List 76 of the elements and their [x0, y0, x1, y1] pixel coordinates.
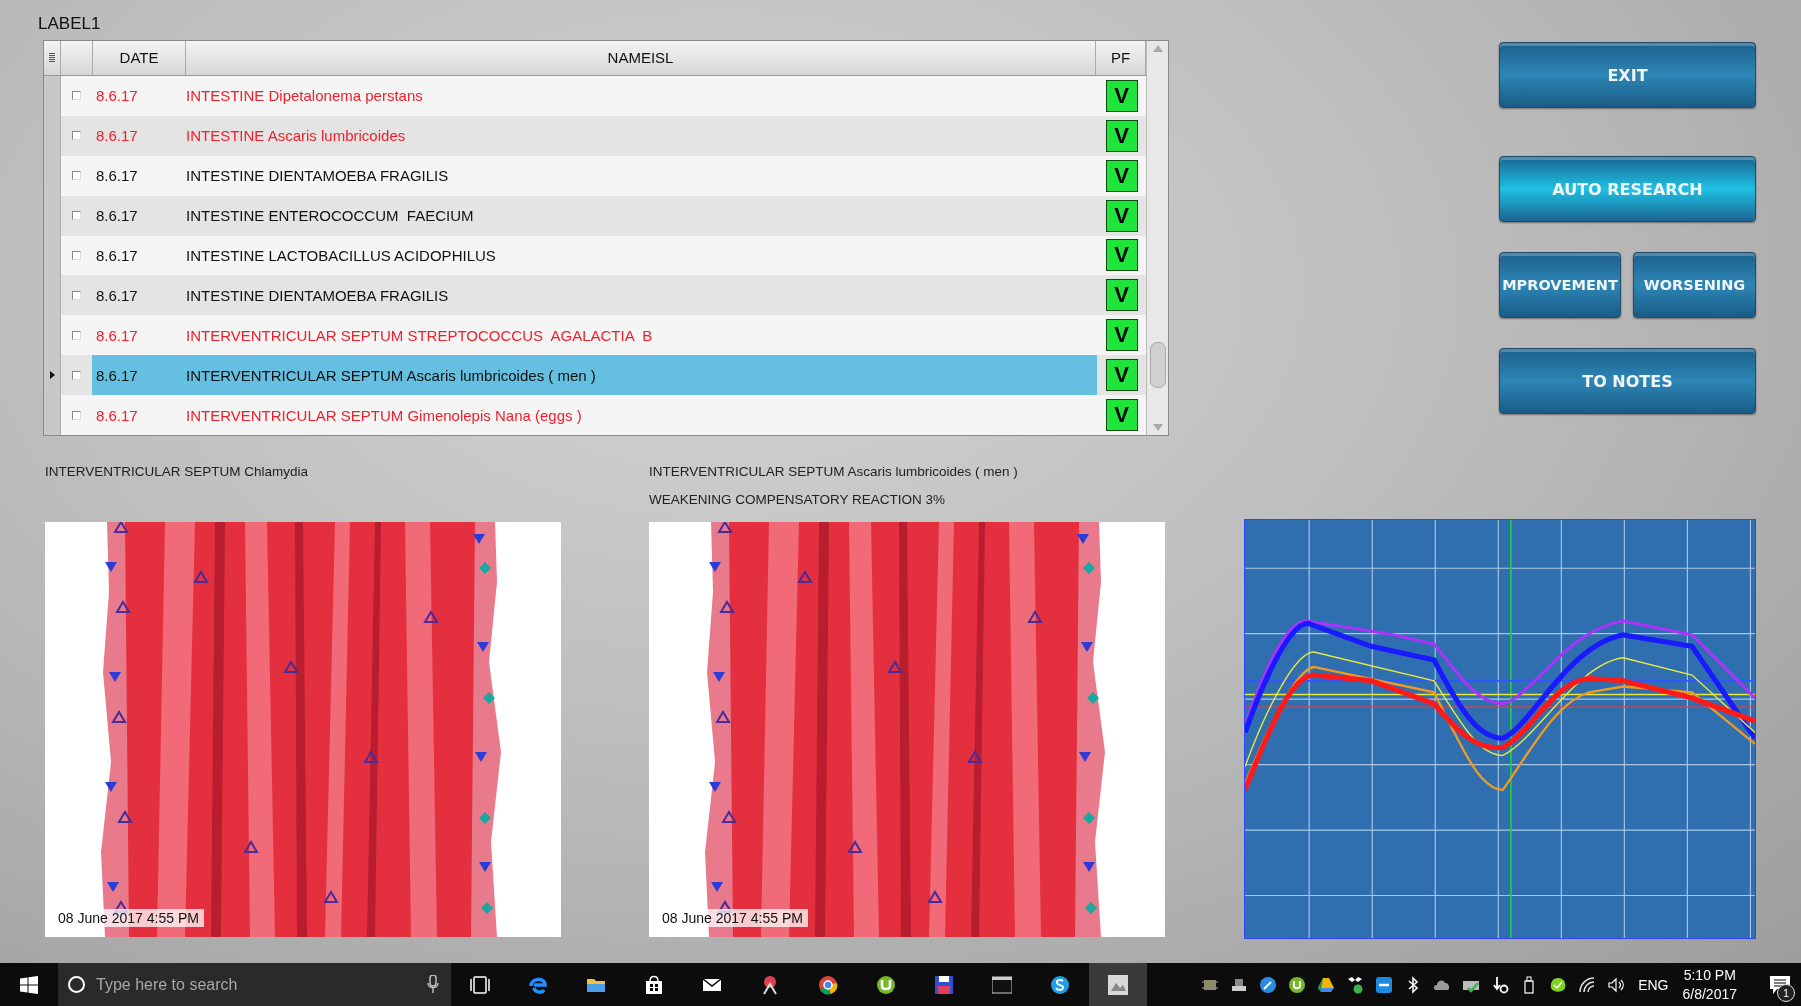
date-cell-text: 8.6.17	[95, 206, 139, 227]
image-caption: INTERVENTRICULAR SEPTUM Ascaris lumbricoides ( men )	[649, 464, 1018, 479]
column-header[interactable]: DATE	[93, 41, 186, 75]
name-cell-text: INTESTINE Ascaris lumbricoides	[185, 126, 407, 147]
table-row[interactable]: 8.6.17 INTESTINE DIENTAMOEBA FRAGILIS V	[44, 155, 1146, 196]
table-row[interactable]: 8.6.17 INTERVENTRICULAR SEPTUM STREPTOCOCCUS AGALACTIA B V	[44, 315, 1146, 356]
name-cell-text: INTESTINE ENTEROCOCCUM FAECIUM	[185, 206, 475, 227]
table-row[interactable]: 8.6.17 INTESTINE Dipetalonema perstans V	[44, 75, 1146, 116]
windows-start-icon[interactable]	[20, 975, 38, 994]
table-row[interactable]: 8.6.17 INTESTINE ENTEROCOCCUM FAECIUM V	[44, 195, 1146, 236]
date-cell-text: 8.6.17	[95, 126, 139, 147]
pf-badge: V	[1105, 239, 1138, 272]
image-caption: INTERVENTRICULAR SEPTUM Chlamydia	[45, 464, 309, 479]
wifi-icon[interactable]	[1577, 975, 1596, 994]
notification-count: 1	[1777, 984, 1795, 1002]
date-cell-text: 8.6.17	[95, 246, 139, 266]
app-thumbnail-icon[interactable]	[1108, 974, 1128, 995]
table-row[interactable]: 8.6.17 INTESTINE DIENTAMOEBA FRAGILIS V	[44, 275, 1146, 316]
clock-time[interactable]: 5:10 PM	[1683, 965, 1736, 985]
date-cell-text: 8.6.17	[95, 325, 139, 346]
date-cell-text: 8.6.17	[95, 86, 139, 107]
table-row[interactable]: 8.6.17 INTESTINE LACTOBACILLUS ACIDOPHILUS V	[44, 235, 1146, 276]
date-cell-text: 8.6.17	[95, 405, 139, 426]
cortana-circle-icon	[68, 976, 85, 993]
u-circle-icon[interactable]	[1287, 975, 1306, 994]
checkbox[interactable]	[72, 211, 81, 221]
name-cell-text: INTERVENTRICULAR SEPTUM Gimenolepis Nana (eggs )	[185, 405, 583, 426]
form-label: LABEL1	[38, 13, 101, 35]
date-cell-text: 8.6.17	[95, 285, 139, 306]
date-cell-text: 8.6.17	[95, 166, 139, 187]
name-cell-text: INTESTINE Dipetalonema perstans	[185, 86, 424, 107]
name-cell: INTERVENTRICULAR SEPTUM Ascaris lumbricoides ( men )	[184, 355, 1097, 396]
check-blob-icon[interactable]	[1548, 975, 1567, 994]
store-bag-icon[interactable]	[644, 974, 664, 995]
language-indicator[interactable]: ENG	[1638, 976, 1669, 993]
name-cell-text: INTERVENTRICULAR SEPTUM STREPTOCOCCUS AGALACTIA B	[185, 325, 654, 346]
pf-badge: V	[1105, 319, 1138, 352]
checkbox[interactable]	[72, 131, 81, 141]
pf-badge: V	[1105, 279, 1138, 312]
pf-badge: V	[1105, 119, 1138, 152]
checkbox[interactable]	[72, 91, 81, 101]
pf-badge: V	[1105, 359, 1138, 392]
date-cell: 8.6.17	[92, 355, 184, 396]
task-view-icon[interactable]	[470, 974, 490, 995]
scrollbar-thumb[interactable]	[1149, 342, 1166, 388]
checkbox[interactable]	[72, 410, 81, 420]
checkbox[interactable]	[72, 370, 81, 380]
column-header[interactable]: NAMEISL	[186, 41, 1096, 75]
checkbox[interactable]	[72, 251, 81, 260]
pf-badge: V	[1105, 199, 1138, 232]
name-cell-text: INTESTINE LACTOBACILLUS ACIDOPHILUS	[185, 246, 497, 266]
microphone-icon	[427, 975, 439, 993]
name-cell-text: INTESTINE DIENTAMOEBA FRAGILIS	[185, 166, 450, 187]
chrome-ball-icon[interactable]	[818, 974, 838, 995]
action-button[interactable]: TO NOTES	[1499, 348, 1756, 414]
image-caption: WEAKENING COMPENSATORY REACTION 3%	[649, 492, 946, 507]
pf-badge: V	[1105, 159, 1138, 192]
checkbox[interactable]	[72, 171, 81, 181]
speaker-icon[interactable]	[1606, 975, 1625, 994]
clock-date[interactable]: 6/8/2017	[1682, 984, 1737, 1004]
action-button[interactable]: WORSENING	[1633, 252, 1756, 318]
action-button[interactable]: MPROVEMENT	[1499, 252, 1621, 318]
triangle-drive-icon[interactable]	[1316, 975, 1335, 994]
action-button[interactable]: EXIT	[1499, 42, 1756, 108]
pf-badge: V	[1105, 399, 1138, 432]
table-row[interactable]: 8.6.17 INTERVENTRICULAR SEPTUM Ascaris lumbricoides ( men ) V	[44, 355, 1146, 396]
table-row[interactable]: 8.6.17 INTERVENTRICULAR SEPTUM Gimenolepis Nana (eggs ) V	[44, 395, 1146, 436]
terminal-window-icon[interactable]	[992, 974, 1012, 995]
checkbox[interactable]	[72, 330, 81, 340]
table-row[interactable]: 8.6.17 INTESTINE Ascaris lumbricoides V	[44, 115, 1146, 156]
name-cell-text: INTESTINE DIENTAMOEBA FRAGILIS	[185, 285, 450, 306]
s-circle-icon[interactable]	[1050, 974, 1070, 995]
search-field[interactable]: Type here to search	[58, 963, 451, 1006]
u-circle-icon[interactable]	[876, 974, 896, 995]
checkbox[interactable]	[72, 290, 81, 300]
pf-badge: V	[1105, 79, 1138, 112]
